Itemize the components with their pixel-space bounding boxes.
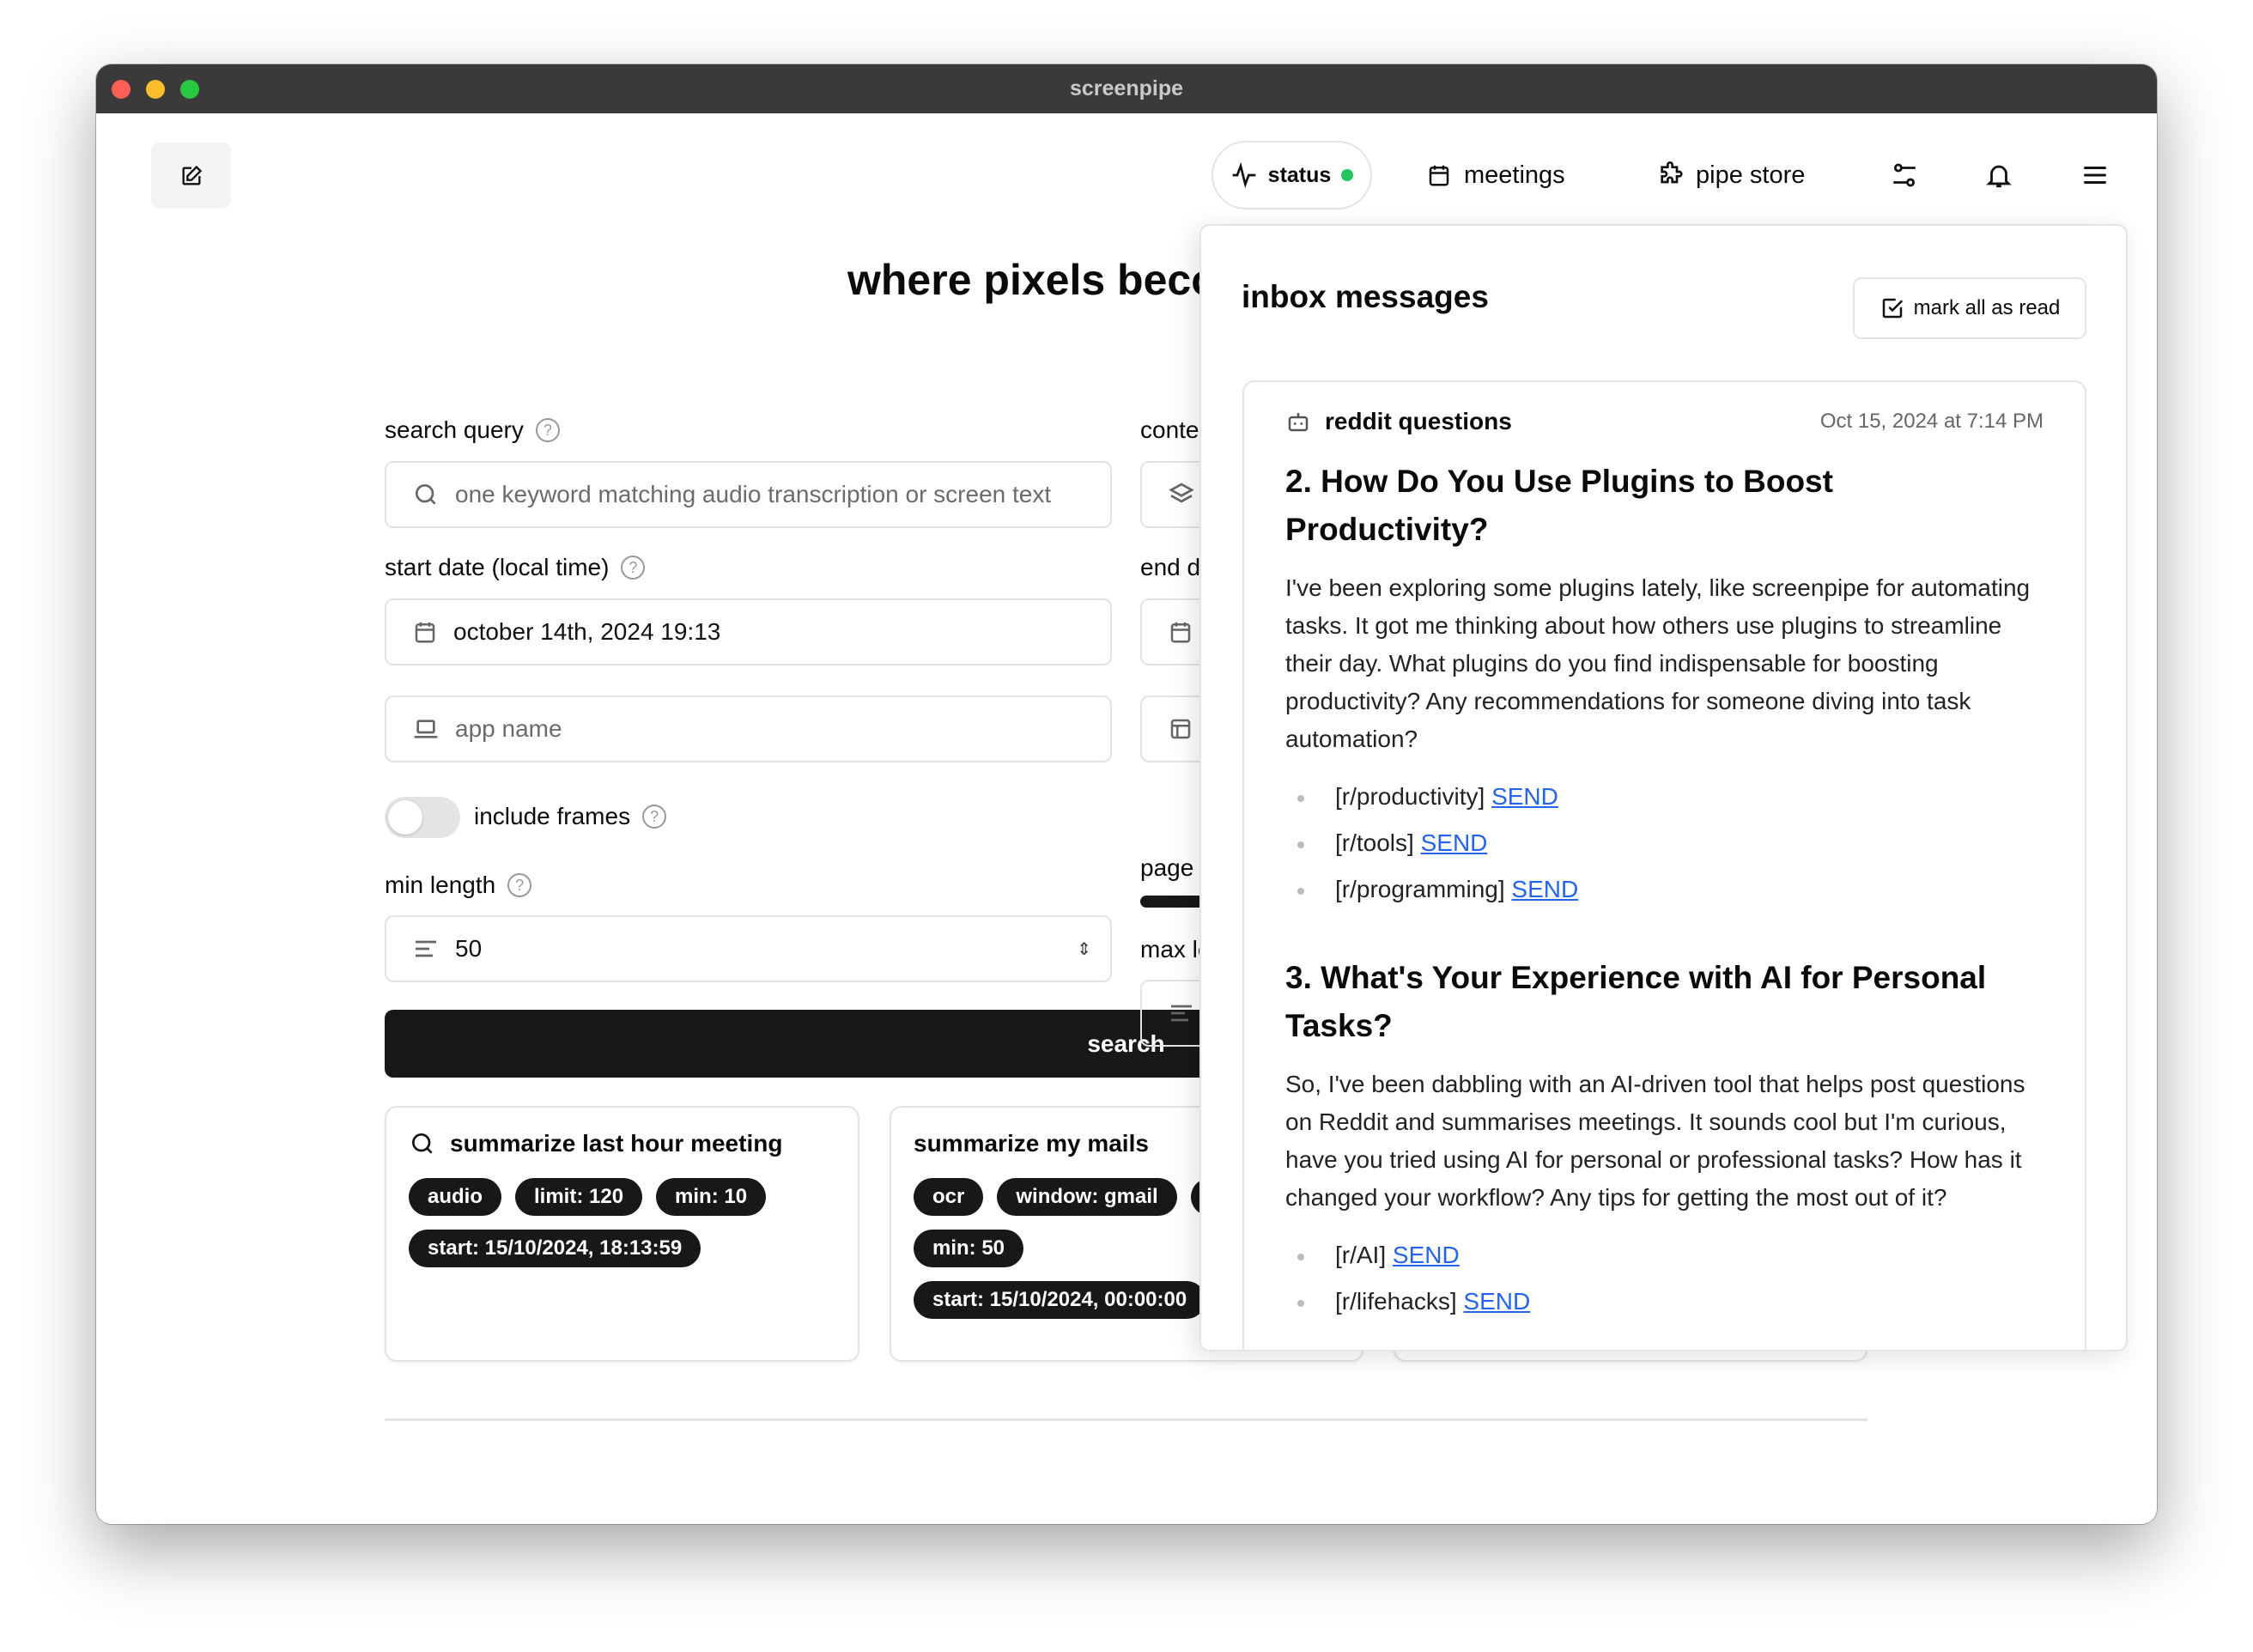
min-length-label: min length? xyxy=(385,872,532,899)
checkbox-icon xyxy=(1882,298,1903,319)
menu-button[interactable] xyxy=(2078,141,2112,210)
start-date-picker[interactable]: october 14th, 2024 19:13 xyxy=(385,598,1112,665)
chip: min: 10 xyxy=(656,1178,767,1216)
help-icon[interactable]: ? xyxy=(642,805,667,829)
list-item: [r/productivity] SEND xyxy=(1285,774,2043,820)
help-icon[interactable]: ? xyxy=(507,873,532,897)
divider xyxy=(385,1418,1867,1421)
message-sender: reddit questions xyxy=(1325,408,1512,434)
min-length-input[interactable]: 50 ⇕ xyxy=(385,915,1112,982)
message-header: reddit questions Oct 15, 2024 at 7:14 PM xyxy=(1285,401,2043,442)
suggestion-title: summarize my mails xyxy=(914,1130,1149,1157)
new-chat-button[interactable] xyxy=(151,143,231,209)
window-title: screenpipe xyxy=(1069,76,1183,100)
list-item: [r/programming] SEND xyxy=(1285,866,2043,913)
chip: window: gmail xyxy=(997,1178,1177,1216)
question-title: 2. How Do You Use Plugins to Boost Produ… xyxy=(1285,464,1833,547)
message-date: Oct 15, 2024 at 7:14 PM xyxy=(1819,410,2043,433)
chip: min: 50 xyxy=(914,1230,1024,1267)
app-name-input[interactable]: app name xyxy=(385,695,1112,762)
number-stepper[interactable]: ⇕ xyxy=(1077,938,1091,960)
pipe-store-button[interactable]: pipe store xyxy=(1656,141,1805,210)
chip: ocr xyxy=(914,1178,984,1216)
inbox-message: reddit questions Oct 15, 2024 at 7:14 PM… xyxy=(1242,380,2086,1350)
edit-icon xyxy=(182,165,202,185)
suggestion-title: summarize last hour meeting xyxy=(450,1130,783,1157)
inbox-panel: inbox messages mark all as read reddit q… xyxy=(1199,224,2128,1351)
minimize-window-button[interactable] xyxy=(146,80,165,99)
send-link[interactable]: SEND xyxy=(1491,783,1558,810)
subreddit-list: [r/AI] SEND [r/lifehacks] SEND xyxy=(1285,1232,2043,1325)
inbox-title: inbox messages xyxy=(1242,279,1489,314)
settings-button[interactable] xyxy=(1887,141,1922,210)
include-frames-toggle[interactable] xyxy=(385,797,460,838)
mark-all-read-button[interactable]: mark all as read xyxy=(1853,277,2086,339)
send-link[interactable]: SEND xyxy=(1393,1242,1460,1268)
layers-icon xyxy=(1169,483,1194,503)
search-icon xyxy=(416,484,436,505)
question-title: 3. What's Your Experience with AI for Pe… xyxy=(1285,960,1987,1043)
close-window-button[interactable] xyxy=(112,80,131,99)
chip: audio xyxy=(409,1178,501,1216)
align-left-icon xyxy=(416,940,436,957)
status-button[interactable]: status xyxy=(1212,141,1372,210)
list-item: [r/tools] SEND xyxy=(1285,820,2043,866)
subreddit-list: [r/productivity] SEND [r/tools] SEND [r/… xyxy=(1285,774,2043,913)
meetings-label: meetings xyxy=(1464,161,1565,189)
send-link[interactable]: SEND xyxy=(1421,829,1488,856)
hamburger-icon xyxy=(2084,166,2106,185)
send-link[interactable]: SEND xyxy=(1463,1288,1530,1315)
notifications-button[interactable] xyxy=(1982,141,2016,210)
layout-icon xyxy=(1170,719,1191,739)
suggestion-card[interactable]: summarize last hour meeting audio limit:… xyxy=(385,1106,859,1362)
align-left-icon xyxy=(1171,1005,1192,1022)
bell-icon xyxy=(1986,165,2012,188)
title-bar: screenpipe xyxy=(96,64,2157,113)
pipe-store-label: pipe store xyxy=(1696,161,1806,189)
search-query-label: search query? xyxy=(385,416,560,444)
list-item: [r/lifehacks] SEND xyxy=(1285,1278,2043,1325)
chip: limit: 120 xyxy=(515,1178,643,1216)
meetings-button[interactable]: meetings xyxy=(1426,141,1565,210)
status-label: status xyxy=(1267,162,1332,187)
puzzle-icon xyxy=(1661,161,1683,184)
laptop-icon xyxy=(414,720,438,738)
list-item: [r/AI] SEND xyxy=(1285,1232,2043,1278)
chip: start: 15/10/2024, 00:00:00 xyxy=(914,1281,1206,1319)
question-body: So, I've been dabbling with an AI-driven… xyxy=(1285,1071,2025,1211)
mark-all-read-label: mark all as read xyxy=(1913,296,2061,319)
start-date-label: start date (local time)? xyxy=(385,554,646,581)
calendar-icon xyxy=(1429,165,1449,186)
help-icon[interactable]: ? xyxy=(621,556,646,580)
app-window: screenpipe status meetings pipe store wh… xyxy=(96,64,2157,1524)
question-body: I've been exploring some plugins lately,… xyxy=(1285,574,2031,752)
sliders-icon xyxy=(1893,163,1916,187)
send-link[interactable]: SEND xyxy=(1511,876,1578,902)
activity-icon xyxy=(1232,161,1256,189)
maximize-window-button[interactable] xyxy=(180,80,199,99)
chip: start: 15/10/2024, 18:13:59 xyxy=(409,1230,701,1267)
search-icon xyxy=(412,1133,433,1154)
help-icon[interactable]: ? xyxy=(535,418,560,442)
include-frames-label: include frames? xyxy=(474,803,667,830)
status-indicator xyxy=(1341,169,1354,181)
calendar-icon xyxy=(1170,622,1191,643)
search-input[interactable]: one keyword matching audio transcription… xyxy=(385,461,1112,528)
bot-icon xyxy=(1288,413,1309,432)
calendar-icon xyxy=(415,622,435,643)
